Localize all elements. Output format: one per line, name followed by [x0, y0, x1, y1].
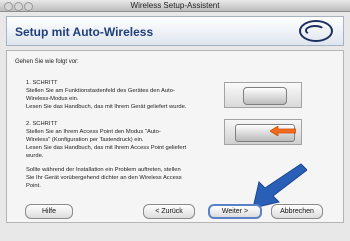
step-2-line-3: Lesen Sie das Handbuch, das mit Ihrem Ac…	[26, 145, 187, 151]
page-title: Setup mit Auto-Wireless	[15, 25, 154, 39]
step-2-line-1: Stellen Sie an Ihrem Access Point den Mo…	[26, 129, 161, 135]
step-2-title: 2. SCHRITT	[26, 121, 58, 127]
printer-icon	[243, 87, 287, 105]
cancel-button[interactable]: Abbrechen	[271, 204, 323, 219]
note-line-3: Point.	[26, 183, 41, 189]
device-illustration	[224, 82, 302, 108]
step-2-block: 2. SCHRITT Stellen Sie an Ihrem Access P…	[26, 120, 216, 160]
note-line-1: Sollte während der Installation ein Prob…	[26, 167, 181, 173]
step-2-line-4: wurde.	[26, 153, 44, 159]
note-text: Sollte während der Installation ein Prob…	[26, 166, 266, 190]
wireless-logo-icon	[299, 20, 333, 42]
step-2-line-2: Wireless" (Konfiguration per Tastendruck…	[26, 137, 144, 143]
step-1-line-2: Wireless-Modus ein.	[26, 96, 79, 102]
header-banner: Setup mit Auto-Wireless	[6, 16, 344, 46]
intro-text: Gehen Sie wie folgt vor:	[15, 59, 79, 65]
back-button[interactable]: < Zurück	[143, 204, 195, 219]
step-1-block: 1. SCHRITT Stellen Sie am Funktionstaste…	[26, 79, 216, 111]
orange-arrow-icon	[270, 126, 296, 136]
title-bar: Wireless Setup-Assistent	[0, 0, 350, 12]
setup-window: Wireless Setup-Assistent Setup mit Auto-…	[0, 0, 350, 241]
step-1-line-3: Lesen Sie das Handbuch, das mit Ihrem Ge…	[26, 104, 187, 110]
window-title: Wireless Setup-Assistent	[130, 1, 220, 10]
help-button[interactable]: Hilfe	[25, 204, 73, 219]
note-line-2: Sie Ihr Gerät vorübergehend dichter an d…	[26, 175, 182, 181]
step-1-title: 1. SCHRITT	[26, 80, 58, 86]
next-button[interactable]: Weiter >	[208, 204, 262, 219]
step-1-line-1: Stellen Sie am Funktionstastenfeld des G…	[26, 88, 175, 94]
